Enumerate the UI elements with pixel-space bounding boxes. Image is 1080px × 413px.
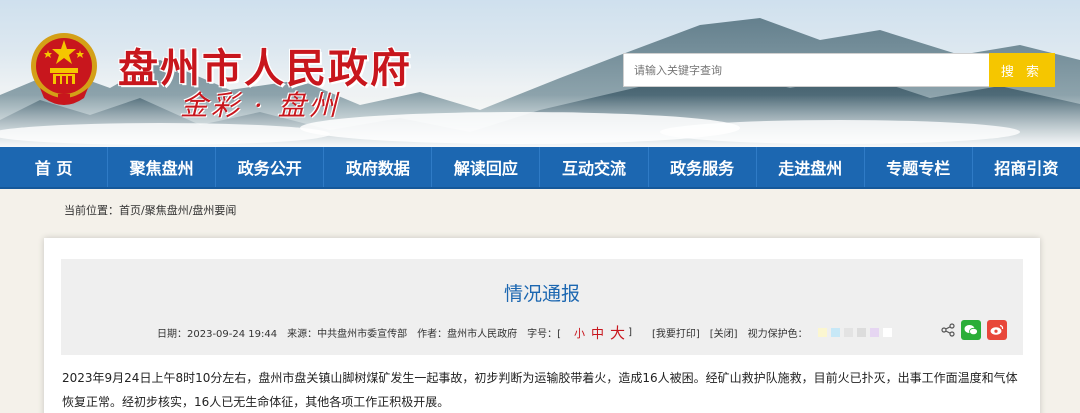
close-link[interactable]: [关闭]	[710, 325, 738, 340]
print-link[interactable]: [我要打印]	[652, 325, 700, 340]
vision-swatch-gray[interactable]	[843, 328, 853, 337]
vision-swatch-white[interactable]	[882, 328, 892, 337]
vision-swatch-blue[interactable]	[830, 328, 840, 337]
search-bar: 搜 索	[623, 53, 1055, 87]
nav-item-special-topics[interactable]: 专题专栏	[865, 147, 973, 187]
site-slogan: 金彩 · 盘州	[180, 89, 340, 122]
nav-item-home[interactable]: 首 页	[0, 147, 109, 187]
font-size-medium-button[interactable]: 中	[591, 323, 604, 342]
font-size-control: 字号：[ 小 中 大 ]	[527, 322, 642, 343]
article-source: 来源：中共盘州市委宣传部	[287, 329, 408, 340]
font-size-small-button[interactable]: 小	[574, 325, 585, 341]
vision-swatch-silver[interactable]	[856, 328, 866, 337]
nav-item-investment[interactable]: 招商引资	[973, 147, 1080, 187]
vision-swatch-yellow[interactable]	[817, 328, 827, 337]
national-emblem-icon	[31, 33, 97, 105]
nav-item-interpretation[interactable]: 解读回应	[432, 147, 541, 187]
share-icon[interactable]	[941, 323, 955, 337]
header-banner: 盘州市人民政府 金彩 · 盘州 搜 索	[0, 0, 1080, 147]
breadcrumb[interactable]: 当前位置：首页/聚焦盘州/盘州要闻	[64, 202, 236, 218]
main-nav: 首 页 聚焦盘州 政务公开 政府数据 解读回应 互动交流 政务服务 走进盘州 专…	[0, 147, 1080, 189]
article-body: 2023年9月24日上午8时10分左右，盘州市盘关镇山脚树煤矿发生一起事故，初步…	[62, 371, 1018, 409]
nav-item-gov-service[interactable]: 政务服务	[649, 147, 757, 187]
nav-item-gov-data[interactable]: 政府数据	[324, 147, 433, 187]
nav-item-focus[interactable]: 聚焦盘州	[108, 147, 217, 187]
font-size-close-bracket: ]	[628, 327, 632, 338]
vision-protect-label: 视力保护色：	[747, 329, 808, 340]
nav-item-interaction[interactable]: 互动交流	[540, 147, 649, 187]
font-size-label: 字号：[	[527, 329, 562, 340]
article-author: 作者：盘州市人民政府	[417, 329, 518, 340]
search-button[interactable]: 搜 索	[989, 53, 1055, 87]
font-size-large-button[interactable]: 大	[610, 322, 625, 343]
article-card: 情况通报 日期：2023-09-24 19:44 来源：中共盘州市委宣传部 作者…	[44, 238, 1040, 413]
article-date: 日期：2023-09-24 19:44	[157, 329, 278, 340]
vision-swatch-purple[interactable]	[869, 328, 879, 337]
nav-item-about-panzhou[interactable]: 走进盘州	[757, 147, 865, 187]
vision-color-swatches	[817, 328, 896, 337]
article-title: 情况通报	[503, 283, 580, 305]
article-meta: 日期：2023-09-24 19:44 来源：中共盘州市委宣传部 作者：盘州市人…	[157, 322, 896, 343]
nav-item-gov-affairs-public[interactable]: 政务公开	[216, 147, 325, 187]
share-bar	[941, 320, 1007, 340]
wechat-icon[interactable]	[961, 320, 981, 340]
weibo-icon[interactable]	[987, 320, 1007, 340]
article-header: 情况通报 日期：2023-09-24 19:44 来源：中共盘州市委宣传部 作者…	[61, 259, 1023, 355]
search-input[interactable]	[623, 53, 989, 87]
